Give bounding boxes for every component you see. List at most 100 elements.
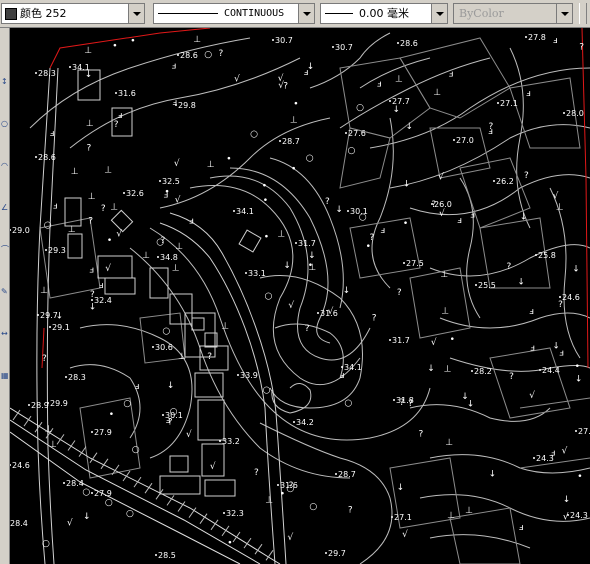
move-icon[interactable]: ↔ — [1, 330, 8, 338]
grass-symbol: ⅎ — [99, 281, 104, 291]
elevation-label: 29.9 — [50, 399, 68, 408]
spot-height-dot — [345, 132, 347, 134]
field-symbol: ⊥ — [142, 251, 150, 261]
grass-symbol: ⅎ — [173, 98, 178, 108]
elevation-label: 24.6 — [12, 461, 30, 470]
elevation-label: 27.8 — [528, 33, 546, 42]
spot-height-dot — [37, 314, 39, 316]
spot-height-dot — [175, 104, 177, 106]
field-symbol: ⊥ — [290, 116, 298, 126]
elevation-label: 27.9 — [94, 428, 112, 437]
spot-height-dot — [295, 242, 297, 244]
zoom-icon[interactable]: ○ — [1, 120, 8, 128]
elevation-label: 26.0 — [434, 200, 452, 209]
shrub-symbol: ? — [42, 354, 47, 364]
point-symbol: • — [264, 233, 269, 243]
shrub-symbol: ? — [579, 42, 584, 52]
linetype-dropdown[interactable]: CONTINUOUS — [153, 3, 315, 24]
crop-symbol: √ — [116, 229, 122, 240]
tree-symbol: ↓ — [461, 392, 469, 402]
elevation-label: 30.7 — [335, 43, 353, 52]
shrub-symbol: ? — [348, 506, 353, 516]
spot-height-dot — [177, 54, 179, 56]
elevation-label: 28.4 — [66, 479, 84, 488]
elevation-label: 28.5 — [158, 551, 176, 560]
lineweight-sample — [325, 13, 353, 14]
elevation-label: 34.1 — [236, 207, 254, 216]
crop-symbol: √ — [553, 190, 559, 201]
crop-symbol: √ — [210, 461, 216, 472]
color-dropdown[interactable]: 颜色 252 — [1, 3, 145, 24]
crop-symbol: √ — [278, 73, 284, 84]
field-symbol: ⊥ — [395, 74, 403, 84]
shrub-symbol: ? — [87, 143, 92, 153]
spot-height-dot — [403, 262, 405, 264]
spot-height-dot — [157, 256, 159, 258]
elevation-label: 28.6 — [400, 39, 418, 48]
spot-height-dot — [575, 430, 577, 432]
spot-height-dot — [475, 284, 477, 286]
well-symbol: ○ — [105, 498, 113, 508]
chevron-down-icon[interactable] — [431, 4, 447, 23]
elevation-label: 26.2 — [496, 177, 514, 186]
shrub-symbol: ? — [509, 372, 514, 382]
tree-symbol: ↓ — [563, 495, 571, 505]
elevation-label: 29.7 — [328, 549, 346, 558]
well-symbol: ○ — [162, 326, 170, 336]
grass-symbol: ⅎ — [559, 349, 564, 359]
plotstyle-dropdown: ByColor — [453, 3, 573, 24]
crop-symbol: √ — [186, 429, 192, 440]
arc-icon[interactable]: ∠ — [1, 204, 8, 212]
spot-height-dot — [567, 514, 569, 516]
polyline-icon[interactable]: ⌒ — [1, 246, 9, 254]
grass-symbol: ⅎ — [530, 344, 535, 354]
point-symbol: • — [293, 99, 298, 109]
chevron-down-icon[interactable] — [128, 4, 144, 23]
spot-height-dot — [35, 156, 37, 158]
spot-height-dot — [91, 299, 93, 301]
point-symbol: • — [280, 490, 285, 500]
field-symbol: ⊥ — [444, 365, 452, 375]
elevation-label: 33.1 — [248, 269, 266, 278]
spot-height-dot — [431, 203, 433, 205]
grass-symbol: ⅎ — [340, 371, 345, 381]
elevation-label: 29.7 — [40, 311, 58, 320]
elevation-label: 27.6 — [348, 129, 366, 138]
well-symbol: ○ — [82, 488, 90, 498]
elevation-label: 29.3 — [48, 246, 66, 255]
elevation-label: 32.4 — [94, 296, 112, 305]
field-symbol: ⊥ — [277, 229, 285, 239]
tree-symbol: ↓ — [397, 483, 405, 493]
tree-symbol: ↓ — [489, 469, 497, 479]
spot-height-dot — [389, 100, 391, 102]
shrub-symbol: ? — [254, 468, 259, 478]
circle-icon[interactable]: ◠ — [1, 162, 8, 170]
toolbar-grip[interactable] — [579, 3, 587, 24]
field-symbol: ⊥ — [49, 440, 57, 450]
field-symbol: ⊥ — [178, 352, 186, 362]
point-symbol: • — [577, 472, 582, 482]
drawing-canvas[interactable]: ?⊥○•⊥↓↓√√⊥↓↓↓ⅎ↓↓•↓?○⊥•↓?√√⊥ⅎ○√○√○•?○↓?⊥↓… — [10, 28, 590, 564]
crop-symbol: √ — [67, 518, 73, 529]
tree-symbol: ↓ — [406, 122, 414, 132]
spot-height-dot — [559, 296, 561, 298]
lineweight-dropdown[interactable]: 0.00 毫米 — [320, 3, 448, 24]
elevation-label: 27.8 — [578, 427, 590, 436]
hatch-icon[interactable]: ▦ — [1, 372, 9, 380]
well-symbol: ○ — [306, 153, 314, 163]
tree-symbol: ↓ — [393, 105, 401, 115]
field-symbol: ⊥ — [88, 192, 96, 202]
field-symbol: ⊥ — [40, 286, 48, 296]
spot-height-dot — [493, 180, 495, 182]
chevron-down-icon[interactable] — [298, 4, 314, 23]
crop-symbol: √ — [563, 511, 569, 522]
edit-icon[interactable]: ✎ — [1, 288, 8, 296]
field-symbol: ⊥ — [104, 166, 112, 176]
spot-height-dot — [389, 339, 391, 341]
grass-symbol: ⅎ — [457, 216, 462, 226]
elevation-label: 32.5 — [162, 177, 180, 186]
tree-symbol: ↓ — [83, 512, 91, 522]
shrub-symbol: ? — [370, 233, 375, 243]
pan-icon[interactable]: ↕ — [1, 78, 8, 86]
crop-symbol: √ — [439, 208, 445, 219]
